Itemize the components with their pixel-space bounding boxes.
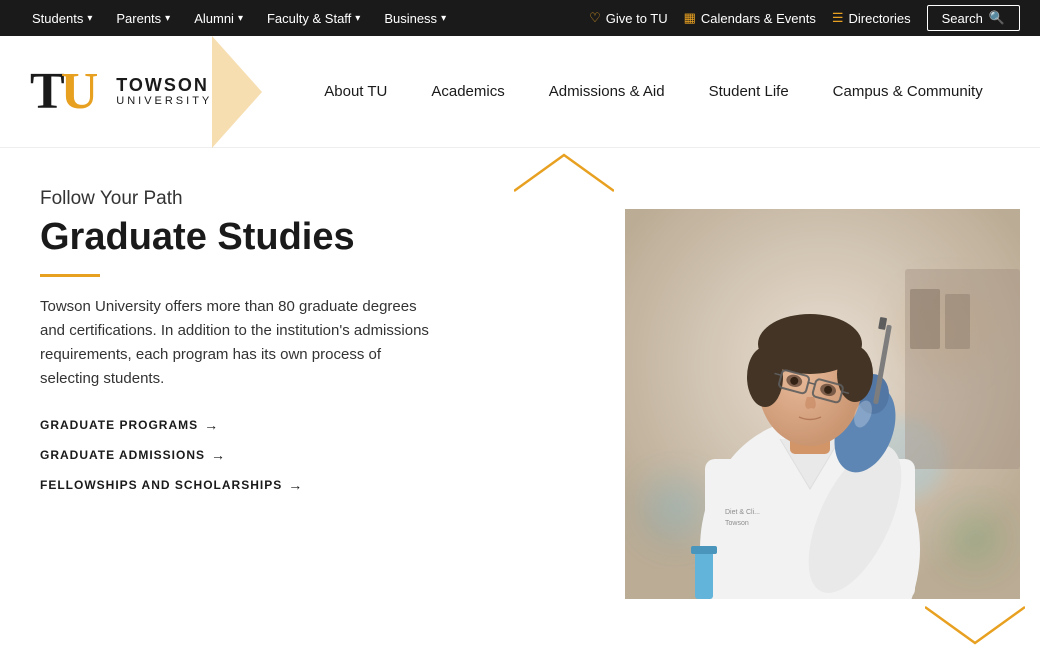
hero-divider [40, 274, 100, 277]
hero-content: Follow Your Path Graduate Studies Towson… [0, 148, 499, 650]
parents-chevron-icon: ▾ [165, 13, 170, 24]
main-nav: T U TOWSON UNIVERSITY About TU Academics… [0, 36, 1040, 148]
hero-subtitle: Follow Your Path [40, 188, 459, 210]
fellowships-label: FELLOWSHIPS AND SCHOLARSHIPS [40, 478, 282, 492]
directories-label: Directories [848, 11, 910, 26]
nav-admissions-aid[interactable]: Admissions & Aid [527, 83, 687, 100]
gold-chevron-top-decoration [514, 153, 614, 193]
hero-links: GRADUATE PROGRAMS → GRADUATE ADMISSIONS … [40, 417, 459, 493]
logo-area: T U TOWSON UNIVERSITY [30, 66, 212, 118]
nav-academics[interactable]: Academics [409, 83, 526, 100]
primary-nav: About TU Academics Admissions & Aid Stud… [302, 83, 1004, 100]
faculty-chevron-icon: ▾ [355, 13, 360, 24]
search-label: Search [942, 11, 983, 26]
give-to-tu-label: Give to TU [606, 11, 668, 26]
nav-about-tu[interactable]: About TU [302, 83, 409, 100]
lab-researcher-image: Diet & Cli... Towson [625, 209, 1020, 599]
graduate-admissions-link[interactable]: GRADUATE ADMISSIONS → [40, 447, 459, 463]
calendar-icon: ▦ [684, 10, 696, 26]
directory-icon: ☰ [832, 10, 844, 26]
logo-chevron-decoration [212, 36, 262, 148]
fellowships-scholarships-link[interactable]: FELLOWSHIPS AND SCHOLARSHIPS → [40, 477, 459, 493]
utility-nav: Students ▾ Parents ▾ Alumni ▾ Faculty & … [20, 11, 458, 26]
nav-item-business[interactable]: Business ▾ [372, 11, 458, 26]
utility-bar: Students ▾ Parents ▾ Alumni ▾ Faculty & … [0, 0, 1040, 36]
nav-item-students[interactable]: Students ▾ [20, 11, 104, 26]
hero-image-area: Diet & Cli... Towson [499, 148, 1040, 650]
arrow-icon-0: → [204, 417, 219, 433]
hero-section: Follow Your Path Graduate Studies Towson… [0, 148, 1040, 650]
alumni-chevron-icon: ▾ [238, 13, 243, 24]
hero-description: Towson University offers more than 80 gr… [40, 295, 440, 391]
logo-tu[interactable]: T U [30, 66, 98, 118]
graduate-programs-link[interactable]: GRADUATE PROGRAMS → [40, 417, 459, 433]
logo-university: UNIVERSITY [116, 95, 212, 107]
hero-image: Diet & Cli... Towson [625, 209, 1020, 599]
calendars-events-label: Calendars & Events [701, 11, 816, 26]
business-chevron-icon: ▾ [441, 13, 446, 24]
business-label: Business [384, 11, 437, 26]
logo-towson: TOWSON [116, 76, 212, 96]
directories-link[interactable]: ☰ Directories [832, 10, 911, 26]
graduate-programs-label: GRADUATE PROGRAMS [40, 418, 198, 432]
nav-item-parents[interactable]: Parents ▾ [104, 11, 182, 26]
heart-icon: ♡ [589, 10, 601, 26]
search-button[interactable]: Search 🔍 [927, 5, 1020, 31]
logo-letter-u: U [61, 66, 99, 118]
nav-campus-community[interactable]: Campus & Community [811, 83, 1005, 100]
utility-right-links: ♡ Give to TU ▦ Calendars & Events ☰ Dire… [589, 5, 1020, 31]
students-chevron-icon: ▾ [87, 13, 92, 24]
arrow-icon-1: → [211, 447, 226, 463]
calendars-events-link[interactable]: ▦ Calendars & Events [684, 10, 816, 26]
faculty-staff-label: Faculty & Staff [267, 11, 351, 26]
graduate-admissions-label: GRADUATE ADMISSIONS [40, 448, 205, 462]
nav-item-faculty-staff[interactable]: Faculty & Staff ▾ [255, 11, 372, 26]
logo-letter-t: T [30, 66, 65, 118]
alumni-label: Alumni [194, 11, 234, 26]
arrow-icon-2: → [288, 477, 303, 493]
nav-student-life[interactable]: Student Life [687, 83, 811, 100]
logo-text: TOWSON UNIVERSITY [116, 76, 212, 108]
parents-label: Parents [116, 11, 161, 26]
search-icon: 🔍 [989, 10, 1005, 26]
students-label: Students [32, 11, 83, 26]
nav-item-alumni[interactable]: Alumni ▾ [182, 11, 255, 26]
gold-chevron-bottom-decoration [925, 605, 1025, 645]
hero-title: Graduate Studies [40, 216, 459, 260]
give-to-tu-link[interactable]: ♡ Give to TU [589, 10, 668, 26]
